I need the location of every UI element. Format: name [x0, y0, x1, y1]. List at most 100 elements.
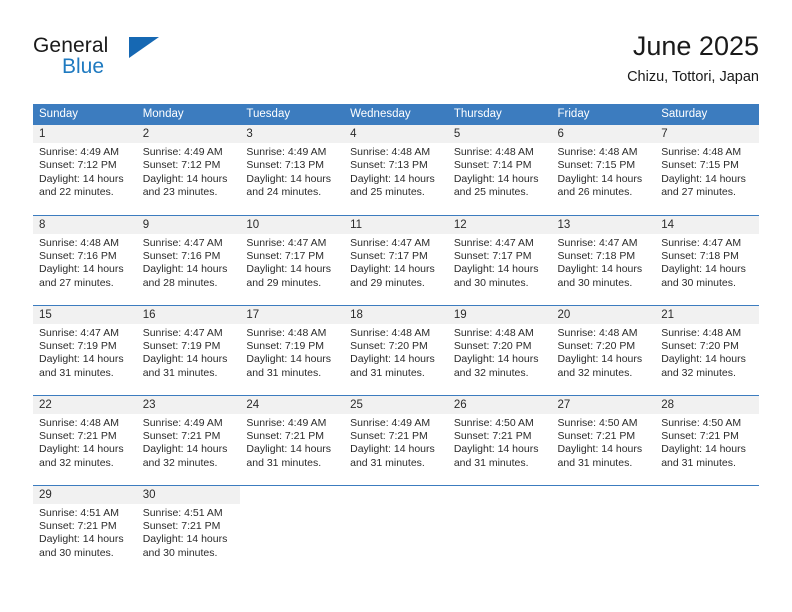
daylight-text: Daylight: 14 hours and 29 minutes.	[246, 263, 332, 289]
calendar-day-cell[interactable]: 12 Sunrise: 4:47 AM Sunset: 7:17 PM Dayligh…	[447, 214, 552, 305]
day-info: Sunrise: 4:47 AM Sunset: 7:18 PM Daylight:…	[552, 234, 656, 291]
calendar-day-cell[interactable]: 2 Sunrise: 4:49 AM Sunset: 7:12 PM Daylight…	[136, 125, 241, 215]
daylight-text: Daylight: 14 hours and 30 minutes.	[661, 263, 746, 289]
weekday-header-tuesday: Tuesday	[240, 104, 345, 125]
calendar-day-cell[interactable]: 5 Sunrise: 4:48 AM Sunset: 7:14 PM Daylight…	[447, 125, 552, 215]
calendar-day-cell[interactable]: 19 Sunrise: 4:48 AM Sunset: 7:20 PM Dayligh…	[447, 304, 552, 395]
sunrise-text: Sunrise: 4:51 AM	[39, 506, 119, 519]
weekday-header-wednesday: Wednesday	[344, 104, 448, 125]
day-info: Sunrise: 4:48 AM Sunset: 7:20 PM Daylight:…	[552, 324, 656, 381]
calendar-day-cell[interactable]: 4 Sunrise: 4:48 AM Sunset: 7:13 PM Daylight…	[344, 125, 448, 215]
sunrise-text: Sunrise: 4:47 AM	[39, 326, 119, 339]
calendar-day-cell[interactable]: 22 Sunrise: 4:48 AM Sunset: 7:21 PM Dayligh…	[33, 394, 137, 485]
sunset-text: Sunset: 7:20 PM	[661, 339, 739, 352]
daylight-text: Daylight: 14 hours and 27 minutes.	[661, 172, 746, 199]
sunset-text: Sunset: 7:21 PM	[246, 429, 325, 442]
sunset-text: Sunset: 7:17 PM	[246, 249, 325, 262]
calendar-day-cell[interactable]: 26 Sunrise: 4:50 AM Sunset: 7:21 PM Dayligh…	[447, 394, 552, 485]
day-number	[552, 486, 656, 504]
day-info: Sunrise: 4:48 AM Sunset: 7:15 PM Daylight:…	[655, 143, 759, 200]
day-number	[655, 486, 759, 504]
calendar-day-cell[interactable]: 8 Sunrise: 4:48 AM Sunset: 7:16 PM Daylight…	[33, 214, 137, 305]
calendar-table: Sunday Monday Tuesday Wednesday Thursday…	[33, 104, 759, 575]
daylight-text: Daylight: 14 hours and 30 minutes.	[557, 263, 643, 289]
sunrise-text: Sunrise: 4:48 AM	[661, 326, 742, 339]
calendar-day-cell[interactable]: 15 Sunrise: 4:47 AM Sunset: 7:19 PM Dayligh…	[33, 304, 137, 395]
day-number: 29	[33, 485, 137, 504]
day-number: 14	[655, 215, 759, 234]
calendar-day-cell[interactable]: 24 Sunrise: 4:49 AM Sunset: 7:21 PM Dayligh…	[240, 394, 345, 485]
daylight-text: Daylight: 14 hours and 31 minutes.	[39, 353, 124, 379]
daylight-text: Daylight: 14 hours and 31 minutes.	[246, 353, 332, 379]
calendar-day-cell[interactable]: 21 Sunrise: 4:48 AM Sunset: 7:20 PM Dayligh…	[655, 304, 759, 395]
day-number: 7	[655, 125, 759, 143]
day-number: 21	[655, 305, 759, 324]
sunset-text: Sunset: 7:21 PM	[142, 429, 221, 442]
calendar-day-cell[interactable]: 7 Sunrise: 4:48 AM Sunset: 7:15 PM Daylight…	[655, 125, 759, 215]
calendar-day-cell[interactable]: 11 Sunrise: 4:47 AM Sunset: 7:17 PM Dayligh…	[344, 214, 448, 305]
sunrise-text: Sunrise: 4:49 AM	[142, 146, 223, 158]
calendar-day-cell[interactable]: 9 Sunrise: 4:47 AM Sunset: 7:16 PM Daylight…	[136, 214, 241, 305]
day-info: Sunrise: 4:48 AM Sunset: 7:19 PM Daylight:…	[240, 324, 344, 381]
calendar-week-row: 8 Sunrise: 4:48 AM Sunset: 7:16 PM Daylight…	[33, 214, 759, 305]
day-number: 17	[240, 305, 345, 324]
calendar-header-row: Sunday Monday Tuesday Wednesday Thursday…	[33, 104, 759, 125]
calendar-body: 1 Sunrise: 4:49 AM Sunset: 7:12 PM Daylight…	[33, 125, 759, 575]
day-number: 2	[136, 125, 241, 143]
sunset-text: Sunset: 7:16 PM	[142, 249, 221, 262]
sunrise-text: Sunrise: 4:49 AM	[142, 416, 223, 429]
calendar-day-cell[interactable]: 30 Sunrise: 4:51 AM Sunset: 7:21 PM Dayligh…	[136, 484, 241, 575]
daylight-text: Daylight: 14 hours and 31 minutes.	[142, 353, 228, 379]
day-number: 10	[240, 215, 345, 234]
calendar-day-cell[interactable]: 14 Sunrise: 4:47 AM Sunset: 7:18 PM Dayligh…	[655, 214, 759, 305]
daylight-text: Daylight: 14 hours and 30 minutes.	[39, 533, 124, 559]
brand-logo[interactable]: General Blue	[33, 34, 163, 86]
calendar-day-cell[interactable]: 23 Sunrise: 4:49 AM Sunset: 7:21 PM Dayligh…	[136, 394, 241, 485]
sunset-text: Sunset: 7:20 PM	[557, 339, 636, 352]
sunrise-text: Sunrise: 4:50 AM	[661, 416, 742, 429]
day-number: 27	[551, 395, 656, 414]
sunset-text: Sunset: 7:21 PM	[39, 429, 117, 442]
calendar-day-cell[interactable]: 1 Sunrise: 4:49 AM Sunset: 7:12 PM Daylight…	[33, 125, 137, 215]
day-number: 1	[33, 125, 137, 143]
day-info: Sunrise: 4:49 AM Sunset: 7:21 PM Daylight:…	[240, 414, 344, 471]
daylight-text: Daylight: 14 hours and 31 minutes.	[661, 443, 746, 469]
calendar-day-cell[interactable]: 28 Sunrise: 4:50 AM Sunset: 7:21 PM Dayligh…	[655, 394, 759, 485]
sunrise-text: Sunrise: 4:48 AM	[453, 326, 534, 339]
calendar-day-cell[interactable]: 16 Sunrise: 4:47 AM Sunset: 7:19 PM Dayligh…	[136, 304, 241, 395]
sunset-text: Sunset: 7:17 PM	[453, 249, 532, 262]
day-number: 9	[136, 215, 241, 234]
daylight-text: Daylight: 14 hours and 25 minutes.	[350, 172, 435, 199]
calendar-day-cell[interactable]: 3 Sunrise: 4:49 AM Sunset: 7:13 PM Daylight…	[240, 125, 345, 215]
day-number: 13	[551, 215, 656, 234]
calendar-day-cell[interactable]: 18 Sunrise: 4:48 AM Sunset: 7:20 PM Dayligh…	[344, 304, 448, 395]
sunset-text: Sunset: 7:15 PM	[557, 159, 636, 172]
sunset-text: Sunset: 7:19 PM	[246, 339, 325, 352]
sunrise-text: Sunrise: 4:48 AM	[557, 146, 638, 158]
title-block: June 2025 Chizu, Tottori, Japan	[627, 30, 759, 87]
page-header: General Blue June 2025 Chizu, Tottori, J…	[33, 30, 759, 92]
sunset-text: Sunset: 7:17 PM	[350, 249, 428, 262]
day-number: 24	[240, 395, 345, 414]
calendar-day-cell[interactable]: 13 Sunrise: 4:47 AM Sunset: 7:18 PM Dayligh…	[551, 214, 656, 305]
day-number: 11	[344, 215, 448, 234]
sunrise-text: Sunrise: 4:50 AM	[453, 416, 534, 429]
day-number: 6	[551, 125, 656, 143]
sunrise-text: Sunrise: 4:47 AM	[142, 236, 223, 249]
calendar-day-cell[interactable]: 27 Sunrise: 4:50 AM Sunset: 7:21 PM Dayligh…	[551, 394, 656, 485]
day-number: 28	[655, 395, 759, 414]
daylight-text: Daylight: 14 hours and 32 minutes.	[557, 353, 643, 379]
calendar-day-cell[interactable]: 29 Sunrise: 4:51 AM Sunset: 7:21 PM Dayligh…	[33, 484, 137, 575]
calendar-day-cell[interactable]: 6 Sunrise: 4:48 AM Sunset: 7:15 PM Daylight…	[551, 125, 656, 215]
day-info: Sunrise: 4:51 AM Sunset: 7:21 PM Daylight:…	[137, 504, 241, 561]
calendar-day-cell-empty	[447, 484, 552, 575]
day-info: Sunrise: 4:50 AM Sunset: 7:21 PM Daylight:…	[655, 414, 759, 471]
day-number: 18	[344, 305, 448, 324]
sunset-text: Sunset: 7:19 PM	[39, 339, 117, 352]
calendar-day-cell[interactable]: 20 Sunrise: 4:48 AM Sunset: 7:20 PM Dayligh…	[551, 304, 656, 395]
calendar-day-cell[interactable]: 25 Sunrise: 4:49 AM Sunset: 7:21 PM Dayligh…	[344, 394, 448, 485]
daylight-text: Daylight: 14 hours and 31 minutes.	[350, 353, 435, 379]
calendar-day-cell[interactable]: 10 Sunrise: 4:47 AM Sunset: 7:17 PM Dayligh…	[240, 214, 345, 305]
calendar-day-cell[interactable]: 17 Sunrise: 4:48 AM Sunset: 7:19 PM Dayligh…	[240, 304, 345, 395]
sunset-text: Sunset: 7:12 PM	[39, 159, 117, 172]
